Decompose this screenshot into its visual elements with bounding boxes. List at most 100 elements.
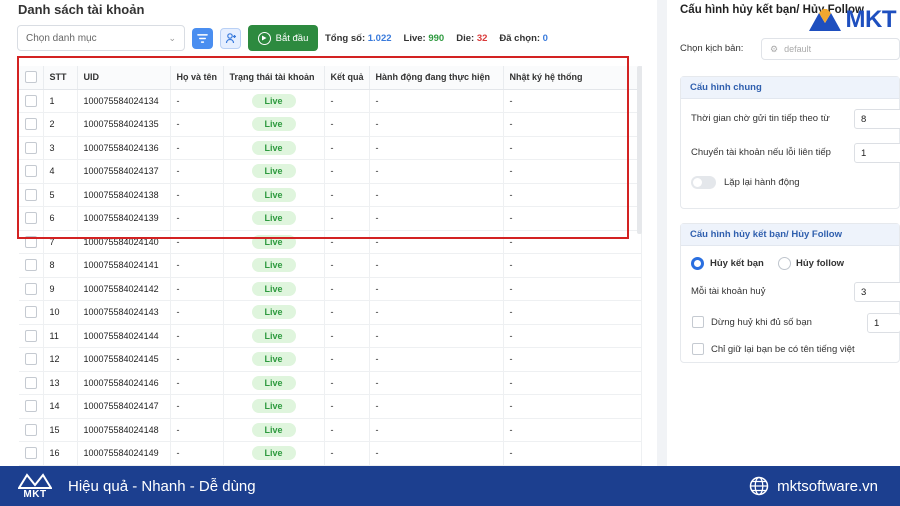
- row-name: -: [170, 253, 224, 278]
- row-checkbox[interactable]: [19, 371, 44, 395]
- table-row[interactable]: 13 100075584024146- Live - - -: [19, 371, 642, 395]
- row-uid: 100075584024146: [77, 371, 171, 395]
- unfriend-radio-label: Hủy kết bạn: [710, 258, 764, 269]
- stat-selected: Đã chọn: 0: [499, 32, 548, 44]
- table-row[interactable]: 16 100075584024149- Live - - -: [19, 441, 642, 466]
- status-badge: Live: [251, 328, 296, 343]
- row-checkbox[interactable]: [19, 300, 44, 325]
- category-select-placeholder: Chọn danh mục: [26, 32, 97, 44]
- row-checkbox[interactable]: [19, 253, 44, 278]
- row-name: -: [170, 418, 224, 442]
- table-row[interactable]: 4 100075584024137- Live - - -: [19, 159, 642, 184]
- row-checkbox[interactable]: [19, 136, 44, 160]
- status-badge: Live: [251, 140, 296, 155]
- row-checkbox[interactable]: [19, 230, 44, 254]
- script-label: Chọn kịch bản:: [680, 43, 744, 54]
- per-account-input[interactable]: 3: [854, 282, 900, 302]
- row-status-cell: Live: [223, 347, 325, 372]
- account-stats: Tổng số: 1.022 Live: 990 Die: 32 Đã chọn…: [325, 33, 560, 44]
- row-name: -: [170, 112, 224, 137]
- table-row[interactable]: 11 100075584024144- Live - - -: [19, 324, 642, 348]
- status-badge: Live: [251, 399, 296, 414]
- add-user-button[interactable]: [220, 27, 241, 49]
- switch-account-input[interactable]: 1: [854, 143, 900, 163]
- table-row[interactable]: 15 100075584024148- Live - - -: [19, 418, 642, 442]
- table-row[interactable]: 14 100075584024147- Live - - -: [19, 394, 642, 419]
- row-checkbox[interactable]: [19, 112, 44, 137]
- stop-when-enough-input[interactable]: 1: [867, 313, 900, 333]
- row-status-cell: Live: [223, 418, 325, 442]
- row-checkbox[interactable]: [19, 159, 44, 184]
- row-stt: 4: [43, 159, 78, 184]
- table-scrollbar[interactable]: [637, 66, 642, 234]
- row-action: -: [369, 159, 504, 184]
- row-result: -: [324, 183, 370, 207]
- column-header-name[interactable]: Họ và tên: [170, 66, 224, 90]
- stop-when-enough-checkbox[interactable]: [692, 316, 704, 328]
- column-header-result[interactable]: Kết quả: [324, 66, 370, 90]
- row-checkbox[interactable]: [19, 277, 44, 301]
- select-all-checkbox[interactable]: [19, 66, 44, 90]
- row-checkbox[interactable]: [19, 394, 44, 419]
- row-name: -: [170, 89, 224, 113]
- column-header-status[interactable]: Trạng thái tài khoản: [223, 66, 325, 90]
- table-row[interactable]: 2 100075584024135- Live - - -: [19, 112, 642, 137]
- row-checkbox[interactable]: [19, 324, 44, 348]
- row-action: -: [369, 183, 504, 207]
- category-select[interactable]: Chọn danh mục ⌄: [17, 25, 185, 51]
- wait-time-input[interactable]: 8: [854, 109, 900, 129]
- row-uid: 100075584024143: [77, 300, 171, 325]
- start-button[interactable]: Bắt đầu: [248, 25, 318, 51]
- status-badge: Live: [251, 164, 296, 179]
- column-header-log[interactable]: Nhật ký hệ thống: [503, 66, 642, 90]
- script-select[interactable]: ⚙ default: [761, 38, 900, 60]
- row-name: -: [170, 206, 224, 231]
- row-uid: 100075584024145: [77, 347, 171, 372]
- row-result: -: [324, 277, 370, 301]
- row-checkbox[interactable]: [19, 183, 44, 207]
- row-stt: 6: [43, 206, 78, 231]
- unfriend-radio[interactable]: [691, 257, 704, 270]
- row-action: -: [369, 230, 504, 254]
- row-checkbox[interactable]: [19, 441, 44, 466]
- row-action: -: [369, 371, 504, 395]
- row-action: -: [369, 441, 504, 466]
- status-badge: Live: [251, 211, 296, 226]
- row-uid: 100075584024134: [77, 89, 171, 113]
- row-checkbox[interactable]: [19, 89, 44, 113]
- table-row[interactable]: 9 100075584024142- Live - - -: [19, 277, 642, 301]
- row-log: -: [503, 206, 642, 231]
- row-stt: 9: [43, 277, 78, 301]
- filter-button[interactable]: [192, 27, 213, 49]
- table-row[interactable]: 3 100075584024136- Live - - -: [19, 136, 642, 160]
- column-header-uid[interactable]: UID: [77, 66, 171, 90]
- row-uid: 100075584024149: [77, 441, 171, 466]
- table-row[interactable]: 5 100075584024138- Live - - -: [19, 183, 642, 207]
- column-header-stt[interactable]: STT: [43, 66, 78, 90]
- row-checkbox[interactable]: [19, 418, 44, 442]
- row-action: -: [369, 206, 504, 231]
- stop-when-enough-label: Dừng huỷ khi đủ số bạn: [711, 317, 812, 328]
- mkt-logo-text: MKT: [845, 6, 897, 33]
- status-badge: Live: [251, 305, 296, 320]
- start-button-label: Bắt đầu: [275, 32, 309, 44]
- repeat-action-toggle[interactable]: [691, 176, 716, 189]
- row-uid: 100075584024142: [77, 277, 171, 301]
- row-result: -: [324, 394, 370, 419]
- table-row[interactable]: 1 100075584024134- Live - - -: [19, 89, 642, 113]
- table-row[interactable]: 7 100075584024140- Live - - -: [19, 230, 642, 254]
- table-row[interactable]: 8 100075584024141- Live - - -: [19, 253, 642, 278]
- table-row[interactable]: 12 100075584024145- Live - - -: [19, 347, 642, 372]
- row-checkbox[interactable]: [19, 347, 44, 372]
- table-row[interactable]: 6 100075584024139- Live - - -: [19, 206, 642, 231]
- unfollow-radio[interactable]: [778, 257, 791, 270]
- row-checkbox[interactable]: [19, 206, 44, 231]
- account-table: STT UID Họ và tên Trạng thái tài khoản K…: [19, 66, 642, 466]
- table-row[interactable]: 10 100075584024143- Live - - -: [19, 300, 642, 325]
- column-header-action[interactable]: Hành động đang thực hiện: [369, 66, 504, 90]
- footer-website[interactable]: mktsoftware.vn: [749, 466, 878, 506]
- row-stt: 10: [43, 300, 78, 325]
- row-result: -: [324, 89, 370, 113]
- footer-logo-icon: [18, 472, 52, 489]
- keep-vietnamese-names-checkbox[interactable]: [692, 343, 704, 355]
